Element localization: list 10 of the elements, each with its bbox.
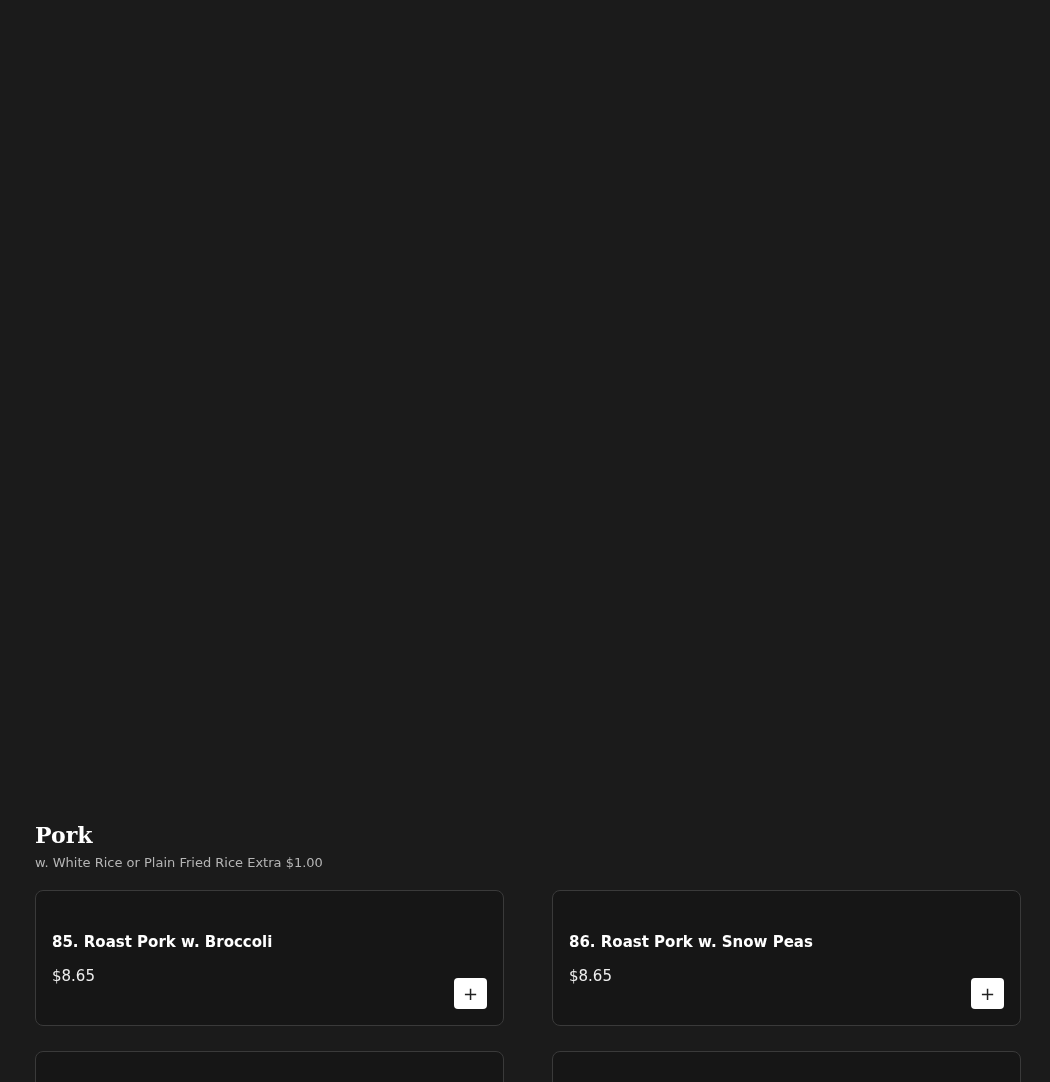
section-subtitle: w. White Rice or Plain Fried Rice Extra $1.00 [35, 854, 323, 872]
add-button[interactable]: + [971, 978, 1004, 1009]
menu-item-card[interactable]: 86. Roast Pork w. Snow Peas $8.65 + [552, 890, 1021, 1026]
item-name: 85. Roast Pork w. Broccoli [52, 932, 273, 952]
section-title: Pork [35, 822, 93, 848]
add-button[interactable]: + [454, 978, 487, 1009]
menu-item-card[interactable]: 85. Roast Pork w. Broccoli $8.65 + [35, 890, 504, 1026]
item-price: $8.65 [569, 966, 612, 986]
item-name: 86. Roast Pork w. Snow Peas [569, 932, 813, 952]
item-price: $8.65 [52, 966, 95, 986]
